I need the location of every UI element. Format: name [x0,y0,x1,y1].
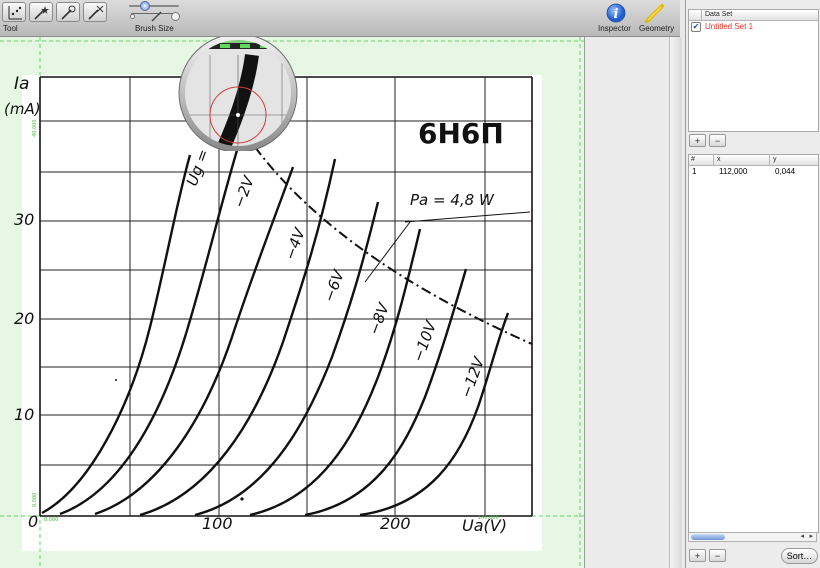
add-data-set-button[interactable]: + [689,134,706,147]
canvas-vertical-scrollbar[interactable] [669,37,682,568]
data-set-list[interactable]: Data Set ✔ Untitled Set 1 [688,9,819,132]
data-set-checkbox[interactable]: ✔ [691,22,701,32]
y-tick-10: 10 [14,405,34,424]
x-tick-100: 100 [202,514,233,533]
column-x-header: x [717,156,721,163]
pa-label: Pa = 4,8 W [410,191,495,209]
scroll-thumb[interactable] [691,534,725,540]
y-tick-30: 30 [14,210,34,229]
x-tick-200: 200 [380,514,411,533]
info-icon[interactable]: i [606,3,626,23]
data-set-header-label: Data Set [705,11,733,18]
data-set-row[interactable]: ✔ Untitled Set 1 [689,21,818,32]
scroll-left-arrow-icon[interactable]: ◂ [800,532,804,540]
ruler-pencil-icon[interactable] [644,3,666,23]
add-point-button[interactable]: + [689,549,706,562]
points-table[interactable]: # x y 1 112,000 0,044 [688,154,819,533]
wand-lines-icon [61,5,76,20]
y-axis-unit: (mA) [4,100,41,118]
remove-data-set-button[interactable]: − [709,134,726,147]
remove-point-button[interactable]: − [709,549,726,562]
tool-auto-lines-button[interactable] [56,2,80,22]
toolbar: Tool Brush Size i Inspector Geometry [0,0,680,37]
calibration-label-x0: 0,000 [44,517,58,523]
sort-button[interactable]: Sort… [781,548,818,564]
point-y-value[interactable]: 0,044 [775,166,795,177]
calibration-label-y40: 40,000 [32,120,38,138]
tool-eraser-button[interactable] [83,2,107,22]
points-table-header: # x y [689,155,818,166]
column-index-header: # [691,156,695,163]
y-tick-20: 20 [14,309,34,328]
magic-wand-icon [34,6,49,20]
tool-point-button[interactable] [2,2,26,22]
eraser-wand-icon [88,5,104,20]
magnifier-loupe [178,37,298,151]
brush-size-knob[interactable] [140,1,150,11]
calibration-label-x140: 140,000 [478,515,499,521]
brush-size-slider[interactable] [129,5,179,7]
geometry-label: Geometry [639,24,675,33]
data-set-header: Data Set [689,10,818,21]
y-axis-label: Ia [14,74,29,94]
point-index: 1 [692,167,697,176]
brush-icon [151,11,162,22]
tool-auto-points-button[interactable] [29,2,53,22]
table-row[interactable]: 1 112,000 0,044 [689,166,818,177]
points-table-horizontal-scrollbar[interactable]: ◂ ▸ [688,532,817,542]
point-tool-icon [8,6,22,20]
column-y-header: y [773,156,777,163]
graph-canvas[interactable]: Ia (mA) 30 20 10 0 100 200 Ua(V) 6Н6П Pa… [0,37,585,568]
svg-text:i: i [614,7,619,22]
tube-name: 6Н6П [418,117,504,150]
data-set-name[interactable]: Untitled Set 1 [705,21,753,32]
point-x-value[interactable]: 112,000 [719,166,747,177]
brush-size-label: Brush Size [135,24,174,33]
inspector-label: Inspector [598,24,631,33]
calibration-label-y0: 0,000 [32,493,38,507]
tool-label: Tool [3,24,18,33]
large-brush-icon [171,12,180,21]
small-brush-icon [130,14,135,19]
x-tick-0: 0 [28,512,38,531]
scroll-right-arrow-icon[interactable]: ▸ [809,532,813,540]
